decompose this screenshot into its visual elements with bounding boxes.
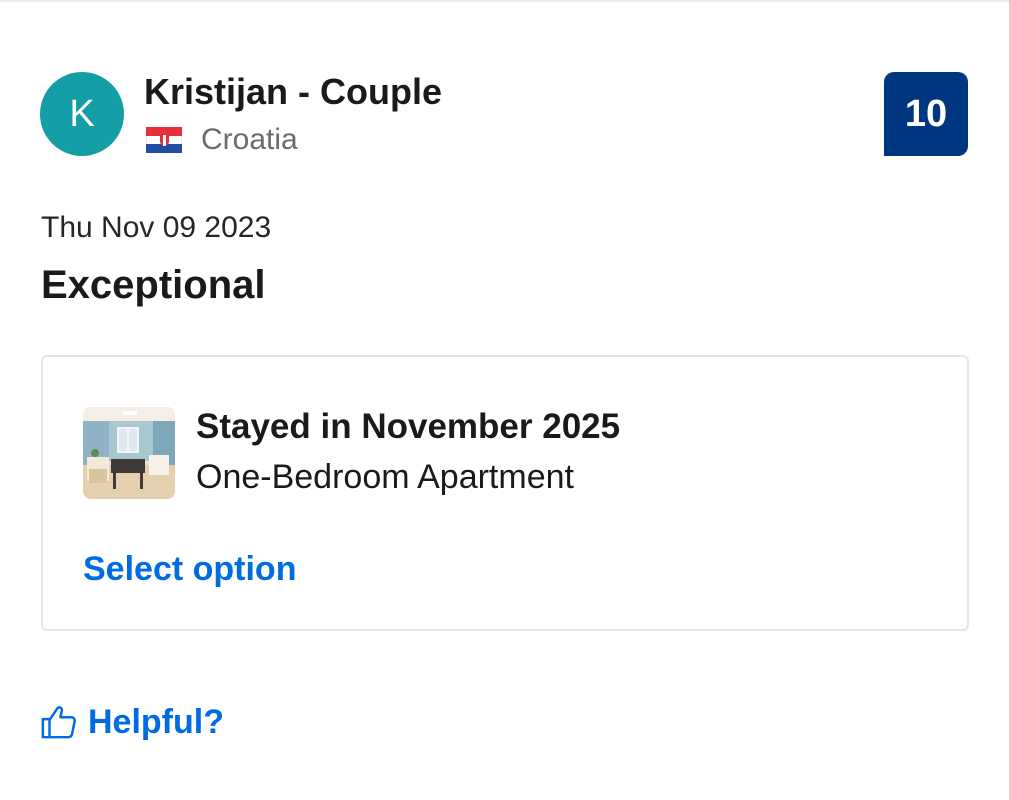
room-photo-thumbnail [83, 407, 175, 499]
croatia-flag-icon [146, 127, 182, 153]
review-title: Exceptional [41, 263, 266, 307]
reviewer-name: Kristijan - Couple [144, 71, 443, 112]
reviewer-country: Croatia [201, 123, 298, 156]
helpful-button[interactable]: Helpful? [40, 700, 224, 744]
review-date: Thu Nov 09 2023 [41, 211, 272, 244]
top-divider [0, 0, 1009, 2]
room-type: One-Bedroom Apartment [196, 458, 574, 496]
thumbs-up-icon [41, 706, 76, 739]
select-option-link[interactable]: Select option [83, 549, 296, 589]
review-score-badge: 10 [884, 72, 968, 156]
stay-info-card: Stayed in November 2025 One-Bedroom Apar… [41, 355, 969, 631]
helpful-label: Helpful? [88, 703, 224, 741]
stay-period: Stayed in November 2025 [196, 407, 621, 446]
avatar: K [40, 72, 124, 156]
reviewer-header: K Kristijan - Couple Croatia 10 [40, 72, 968, 156]
